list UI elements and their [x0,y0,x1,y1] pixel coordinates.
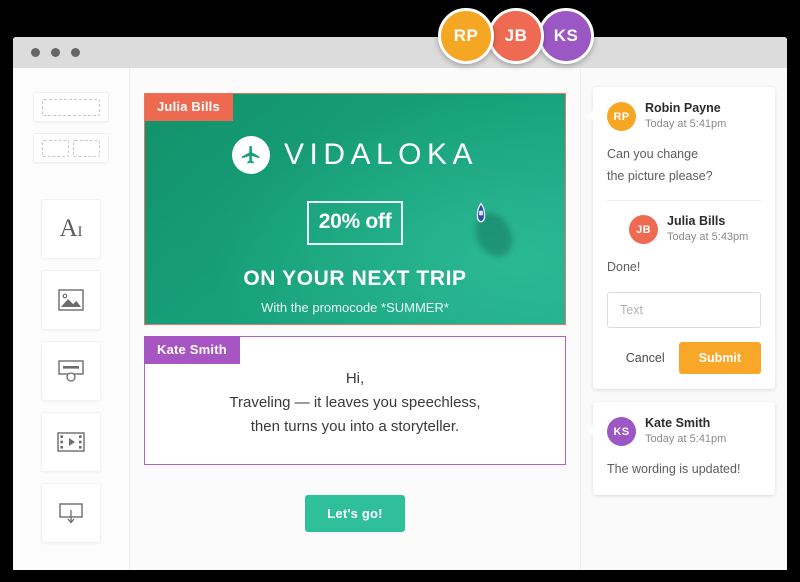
layout-placeholder [73,139,100,157]
offer-text: 20% off [318,210,392,233]
comment-header: RP Robin Payne Today at 5:41pm [607,101,761,132]
comment-author: Julia Bills [667,214,726,228]
airplane-icon [231,136,270,174]
tool-sidebar: AI [13,68,130,570]
submit-button[interactable]: Submit [678,342,761,374]
comment-text: Done! [607,260,641,274]
text-block-wrapper[interactable]: Kate Smith Hi, Traveling — it leaves you… [144,325,566,465]
reply-actions: Cancel Submit [607,342,761,374]
comment-divider [607,200,761,201]
comment-header: KS Kate Smith Today at 5:41pm [607,416,761,447]
hero-headline: ON YOUR NEXT TRIP [243,267,467,290]
layout-preset-two-columns[interactable] [33,133,109,163]
form-tool[interactable] [41,483,101,543]
hero-owner-badge: Julia Bills [145,94,233,121]
comment-author-block: Julia Bills Today at 5:43pm [667,214,748,245]
layout-placeholder [42,98,100,116]
reply-input[interactable] [607,292,761,328]
lets-go-button[interactable]: Let's go! [305,495,405,532]
window-body: AI Julia Bills VIDALOKA 20% off ON YOUR … [13,68,787,570]
app-window: AI Julia Bills VIDALOKA 20% off ON YOUR … [13,37,787,570]
comment-author: Robin Payne [645,101,721,115]
avatar-jb[interactable]: JB [488,8,544,64]
window-minimize-dot[interactable] [51,48,60,57]
button-icon [57,359,85,383]
video-icon [57,431,85,453]
comments-panel: RP Robin Payne Today at 5:41pm Can you c… [581,68,787,570]
text-block[interactable]: Kate Smith Hi, Traveling — it leaves you… [144,336,566,465]
text-line: Hi, [345,370,365,387]
layout-preset-one-column[interactable] [33,92,109,122]
text-tool[interactable]: AI [41,199,101,259]
image-tool[interactable] [41,270,101,330]
comment-text: The wording is updated! [607,462,741,476]
comment-thread[interactable]: RP Robin Payne Today at 5:41pm Can you c… [588,87,775,389]
image-icon [58,289,84,311]
video-tool[interactable] [41,412,101,472]
brand-name: VIDALOKA [283,138,479,171]
comment-text: Can you change the picture please? [607,147,713,183]
comment-avatar: JB [629,215,658,244]
collaborator-avatars: RP JB KS [438,8,594,64]
hero-block[interactable]: Julia Bills VIDALOKA 20% off ON YOUR NEX… [144,93,566,325]
comment-time: Today at 5:41pm [645,433,727,445]
comment-author: Kate Smith [645,416,711,430]
comment-time: Today at 5:41pm [645,118,727,130]
comment-author-block: Robin Payne Today at 5:41pm [645,101,726,132]
comment-author-block: Kate Smith Today at 5:41pm [645,416,726,447]
hero-subline: With the promocode *SUMMER* [261,300,449,315]
boat-icon [476,202,486,223]
text-line: then turns you into a storyteller. [250,418,460,435]
comment-avatar: KS [607,417,636,446]
brand-lockup: VIDALOKA [145,136,565,174]
comment-avatar: RP [607,102,636,131]
window-maximize-dot[interactable] [71,48,80,57]
window-close-dot[interactable] [31,48,40,57]
cta-block: Let's go! [144,495,566,532]
comment-time: Today at 5:43pm [667,231,749,243]
text-icon: AI [59,215,83,242]
email-canvas: Julia Bills VIDALOKA 20% off ON YOUR NEX… [130,68,581,570]
button-tool[interactable] [41,341,101,401]
avatar-rp[interactable]: RP [438,8,494,64]
text-line: Traveling — it leaves you speechless, [229,394,481,411]
cancel-button[interactable]: Cancel [624,345,667,371]
avatar-ks[interactable]: KS [538,8,594,64]
screenshot-stage: RP JB KS AI Julia Bills VIDALOKA 20% off… [0,0,800,582]
hero-banner[interactable]: Julia Bills VIDALOKA 20% off ON YOUR NEX… [144,93,566,325]
offer-box: 20% off [307,201,403,245]
comment-thread[interactable]: KS Kate Smith Today at 5:41pm The wordin… [588,402,775,495]
comment-header: JB Julia Bills Today at 5:43pm [607,214,761,245]
layout-placeholder [42,139,69,157]
window-titlebar [13,37,787,68]
form-icon [57,501,85,525]
text-owner-badge: Kate Smith [144,336,240,364]
